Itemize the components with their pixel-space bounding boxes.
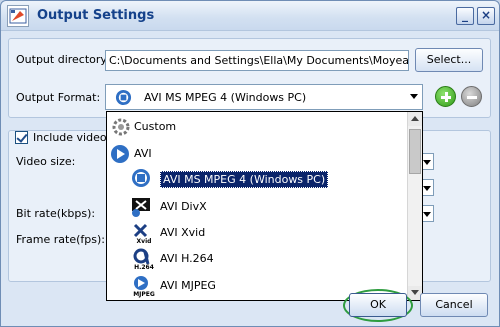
scroll-up-icon[interactable] xyxy=(408,112,422,126)
ok-button[interactable]: OK xyxy=(349,293,407,317)
dropdown-scrollbar[interactable] xyxy=(407,112,422,300)
include-video-label: Include video xyxy=(33,131,107,144)
windows-media-icon xyxy=(115,89,132,106)
close-button[interactable]: × xyxy=(477,7,495,25)
window-title: Output Settings xyxy=(37,8,155,23)
xvid-caption: Xvid xyxy=(136,238,152,245)
minimize-button[interactable]: _ xyxy=(456,7,474,25)
output-format-value: AVI MS MPEG 4 (Windows PC) xyxy=(144,91,307,104)
gear-icon xyxy=(110,116,132,138)
select-directory-button[interactable]: Select... xyxy=(415,48,483,72)
list-item-label: AVI xyxy=(134,147,152,160)
output-directory-label: Output directory: xyxy=(16,53,110,66)
mjpeg-caption: MJPEG xyxy=(133,291,155,298)
format-dropdown-list[interactable] xyxy=(106,111,423,301)
list-item-label: AVI MJPEG xyxy=(160,279,216,292)
scroll-thumb[interactable] xyxy=(409,129,421,174)
frame-rate-label: Frame rate(fps): xyxy=(16,233,105,246)
list-item-label: Custom xyxy=(134,120,177,133)
app-icon xyxy=(7,5,29,27)
h264-caption: H.264 xyxy=(134,264,154,271)
add-format-button[interactable] xyxy=(435,86,456,107)
list-item-label: AVI Xvid xyxy=(160,226,206,239)
chevron-down-icon[interactable] xyxy=(410,94,418,99)
list-item-label: AVI MS MPEG 4 (Windows PC) xyxy=(160,171,329,188)
cancel-button[interactable]: Cancel xyxy=(420,293,488,317)
output-directory-input[interactable]: C:\Documents and Settings\Ella\My Docume… xyxy=(105,50,409,71)
include-video-checkbox[interactable] xyxy=(15,131,28,144)
title-bar: Output Settings _ × xyxy=(1,1,499,31)
remove-format-button[interactable] xyxy=(461,86,482,107)
list-item-label: AVI H.264 xyxy=(160,252,214,265)
windows-media-icon xyxy=(130,167,152,189)
play-circle-icon xyxy=(110,143,132,165)
divx-icon xyxy=(130,196,152,218)
output-format-label: Output Format: xyxy=(16,91,101,104)
video-size-label: Video size: xyxy=(16,155,76,168)
bit-rate-label: Bit rate(kbps): xyxy=(16,207,96,220)
list-item-label: AVI DivX xyxy=(160,200,207,213)
output-format-select[interactable]: AVI MS MPEG 4 (Windows PC) xyxy=(105,84,423,110)
list-item-avi-ms-mpeg4[interactable]: AVI MS MPEG 4 (Windows PC) xyxy=(130,167,329,189)
